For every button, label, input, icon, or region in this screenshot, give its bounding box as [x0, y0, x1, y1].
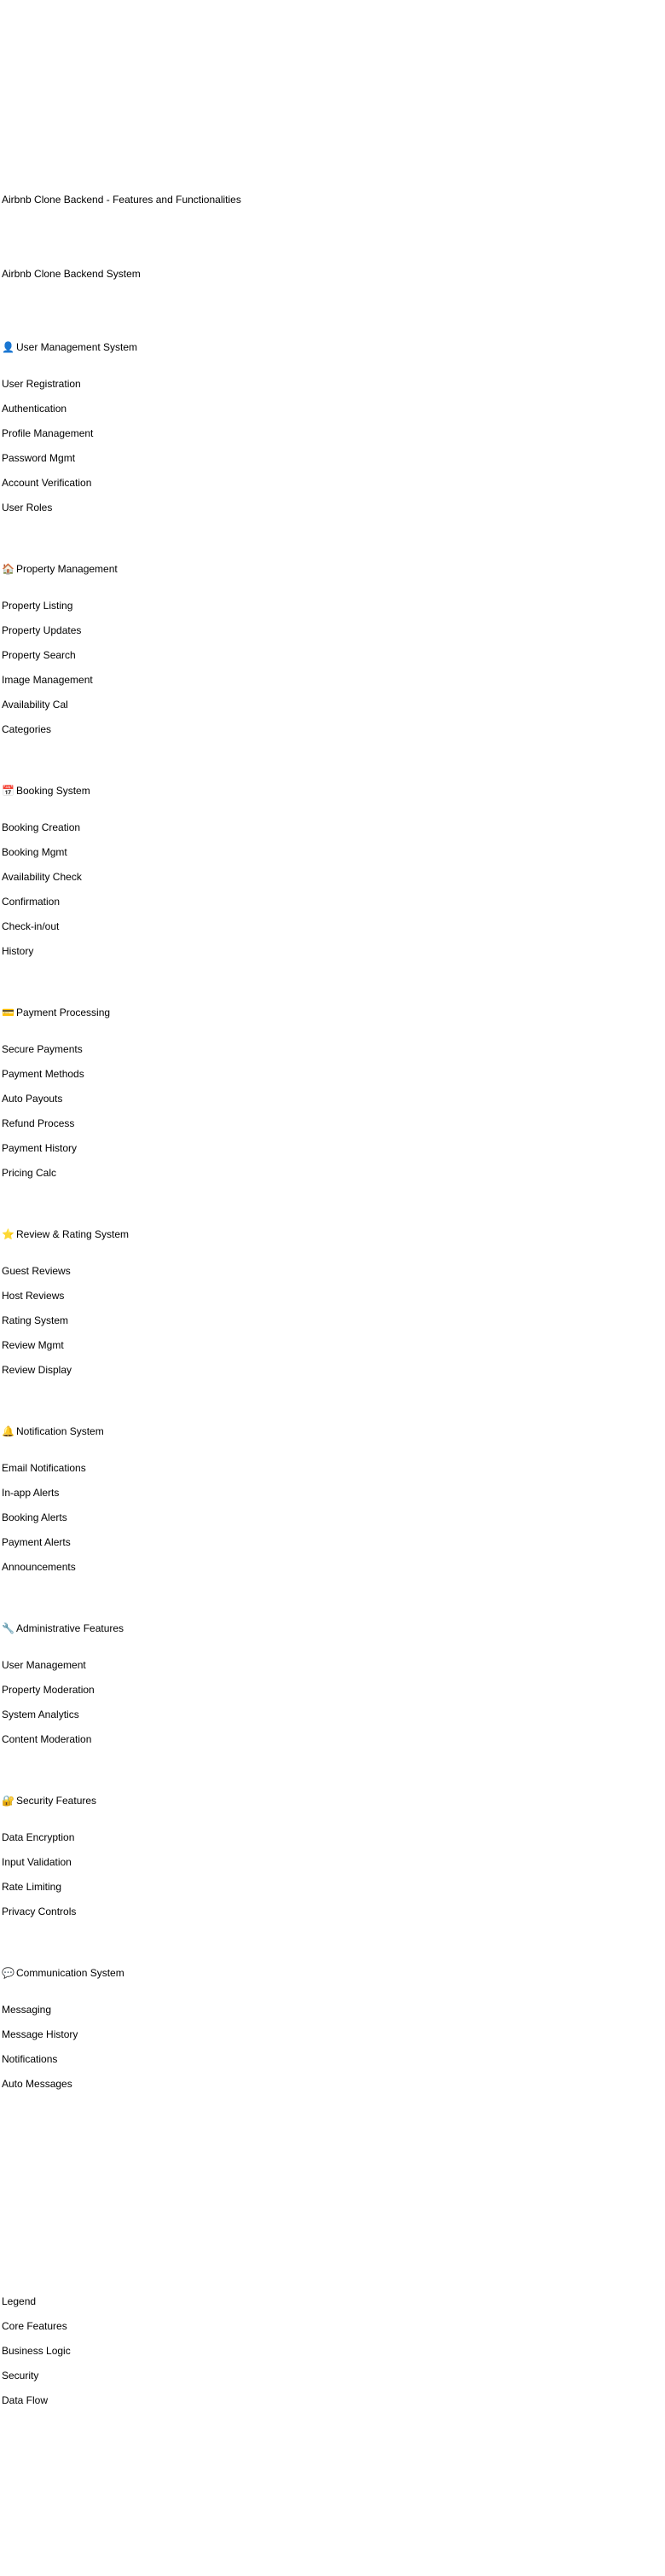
diagram-title: Airbnb Clone Backend - Features and Func…: [2, 194, 241, 206]
feature-item: Notifications: [2, 2053, 58, 2065]
feature-item: Auto Payouts: [2, 1093, 63, 1105]
feature-item: Pricing Calc: [2, 1167, 57, 1179]
section-header: ⭐ Review & Rating System: [2, 1228, 129, 1240]
feature-item: Property Search: [2, 649, 76, 661]
feature-item: Announcements: [2, 1561, 76, 1573]
feature-item: Property Listing: [2, 600, 73, 612]
section-header: 🔐 Security Features: [2, 1795, 96, 1807]
feature-item: Data Encryption: [2, 1831, 75, 1843]
section-header: 💬 Communication System: [2, 1967, 124, 1979]
section-header: 👤 User Management System: [2, 341, 137, 353]
bell-icon: 🔔: [2, 1425, 14, 1437]
feature-item: Content Moderation: [2, 1733, 92, 1745]
feature-item: Refund Process: [2, 1117, 75, 1129]
feature-item: Check-in/out: [2, 920, 60, 932]
feature-item: In-app Alerts: [2, 1487, 60, 1499]
feature-item: Rating System: [2, 1314, 69, 1326]
feature-item: Review Display: [2, 1364, 72, 1376]
feature-item: Image Management: [2, 674, 93, 686]
section-title: Booking System: [16, 785, 90, 797]
feature-item: Account Verification: [2, 477, 92, 489]
feature-item: User Registration: [2, 378, 81, 390]
section-header: 🏠 Property Management: [2, 563, 118, 575]
feature-item: Email Notifications: [2, 1462, 86, 1474]
feature-item: History: [2, 945, 34, 957]
legend-item: Core Features: [2, 2320, 67, 2332]
feature-item: Messaging: [2, 2004, 52, 2016]
feature-item: Secure Payments: [2, 1043, 83, 1055]
section-title: Property Management: [16, 563, 118, 575]
feature-item: User Roles: [2, 502, 53, 513]
user-icon: 👤: [2, 341, 14, 353]
feature-item: Authentication: [2, 403, 67, 415]
feature-item: Booking Alerts: [2, 1511, 67, 1523]
feature-item: Input Validation: [2, 1856, 72, 1868]
feature-item: Property Moderation: [2, 1684, 95, 1696]
feature-item: Booking Creation: [2, 821, 81, 833]
feature-item: Payment History: [2, 1142, 78, 1154]
section-title: Payment Processing: [16, 1007, 111, 1018]
wrench-icon: 🔧: [2, 1622, 14, 1634]
feature-item: User Management: [2, 1659, 86, 1671]
legend-item: Business Logic: [2, 2345, 71, 2357]
section-header: 🔔 Notification System: [2, 1425, 104, 1437]
feature-item: Guest Reviews: [2, 1265, 71, 1277]
section-header: 📅 Booking System: [2, 785, 90, 797]
feature-item: Password Mgmt: [2, 452, 76, 464]
legend-item: Data Flow: [2, 2394, 49, 2406]
feature-item: Review Mgmt: [2, 1339, 64, 1351]
feature-item: System Analytics: [2, 1709, 79, 1720]
feature-item: Payment Alerts: [2, 1536, 71, 1548]
calendar-icon: 📅: [2, 785, 14, 797]
feature-item: Property Updates: [2, 624, 82, 636]
system-title: Airbnb Clone Backend System: [2, 268, 141, 280]
section-header: 💳 Payment Processing: [2, 1007, 110, 1018]
section-title: User Management System: [16, 341, 138, 353]
section-title: Security Features: [16, 1795, 97, 1807]
credit-card-icon: 💳: [2, 1007, 14, 1018]
legend-item: Security: [2, 2370, 39, 2382]
section-title: Administrative Features: [16, 1622, 124, 1634]
lock-icon: 🔐: [2, 1795, 14, 1807]
feature-item: Payment Methods: [2, 1068, 84, 1080]
section-header: 🔧 Administrative Features: [2, 1622, 124, 1634]
feature-item: Rate Limiting: [2, 1881, 62, 1893]
section-title: Review & Rating System: [16, 1228, 130, 1240]
star-icon: ⭐: [2, 1228, 14, 1240]
feature-item: Message History: [2, 2028, 78, 2040]
speech-bubble-icon: 💬: [2, 1967, 14, 1979]
feature-item: Confirmation: [2, 896, 61, 908]
feature-item: Availability Cal: [2, 699, 68, 711]
feature-item: Host Reviews: [2, 1290, 65, 1302]
legend-title: Legend: [2, 2295, 37, 2307]
feature-item: Profile Management: [2, 427, 94, 439]
section-title: Notification System: [16, 1425, 104, 1437]
house-icon: 🏠: [2, 563, 14, 575]
feature-item: Privacy Controls: [2, 1906, 77, 1917]
feature-item: Categories: [2, 723, 52, 735]
feature-item: Availability Check: [2, 871, 82, 883]
feature-item: Auto Messages: [2, 2078, 72, 2090]
section-title: Communication System: [16, 1967, 124, 1979]
feature-item: Booking Mgmt: [2, 846, 67, 858]
